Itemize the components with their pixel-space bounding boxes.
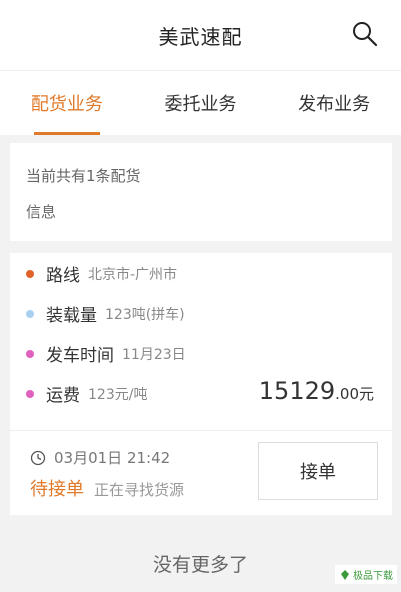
clock-icon (30, 450, 46, 465)
depart-label: 发车时间 (46, 346, 114, 366)
total-price: 15129.00元 (259, 377, 374, 405)
fee-label: 运费 (46, 386, 80, 406)
load-row: 装载量 123吨(拼车) (26, 301, 185, 326)
active-tab-indicator (34, 132, 100, 135)
status-subtext: 正在寻找货源 (94, 481, 185, 499)
tab-fabu[interactable]: 发布业务 (267, 71, 401, 135)
fee-dot-icon (26, 389, 34, 398)
route-dot-icon (26, 269, 34, 278)
depart-dot-icon (26, 349, 34, 358)
tab-peihuo[interactable]: 配货业务 (0, 71, 134, 135)
order-card[interactable]: 路线 北京市-广州市 装载量 123吨(拼车) 发车时间 11月23日 运费 1… (10, 253, 392, 515)
depart-row: 发车时间 11月23日 (26, 341, 186, 366)
fee-row: 运费 123元/吨 (26, 381, 147, 406)
info-text-line2: 信息 (26, 203, 57, 221)
load-value: 123吨(拼车) (105, 306, 185, 323)
app-header: 美武速配 (0, 0, 401, 70)
tab-label: 委托业务 (164, 94, 237, 115)
order-time: 03月01日 21:42 (54, 449, 171, 467)
time-row: 03月01日 21:42 (30, 447, 170, 468)
watermark-text: 极品下载 (353, 571, 393, 582)
route-value: 北京市-广州市 (88, 266, 178, 283)
watermark-icon (341, 569, 349, 580)
info-card: 当前共有1条配货 信息 (10, 143, 392, 241)
depart-value: 11月23日 (122, 346, 186, 363)
route-row: 路线 北京市-广州市 (26, 261, 177, 286)
fee-value: 123元/吨 (88, 386, 148, 403)
page-title: 美武速配 (158, 24, 243, 49)
tab-bar: 配货业务 委托业务 发布业务 (0, 70, 401, 135)
price-tail: .00元 (335, 385, 374, 403)
load-label: 装载量 (46, 306, 97, 326)
divider (10, 430, 392, 431)
route-label: 路线 (46, 266, 80, 286)
status-row: 待接单 正在寻找货源 (30, 475, 184, 501)
info-text-line1: 当前共有1条配货 (26, 167, 141, 185)
tab-weituo[interactable]: 委托业务 (134, 71, 268, 135)
price-main: 15129 (258, 377, 336, 405)
tab-label: 配货业务 (30, 94, 103, 115)
load-dot-icon (26, 309, 34, 318)
tab-label: 发布业务 (298, 94, 371, 115)
search-icon[interactable] (351, 20, 379, 48)
watermark-logo: 极品下载 (335, 565, 397, 584)
status-badge: 待接单 (30, 479, 84, 500)
accept-button[interactable]: 接单 (258, 442, 378, 500)
